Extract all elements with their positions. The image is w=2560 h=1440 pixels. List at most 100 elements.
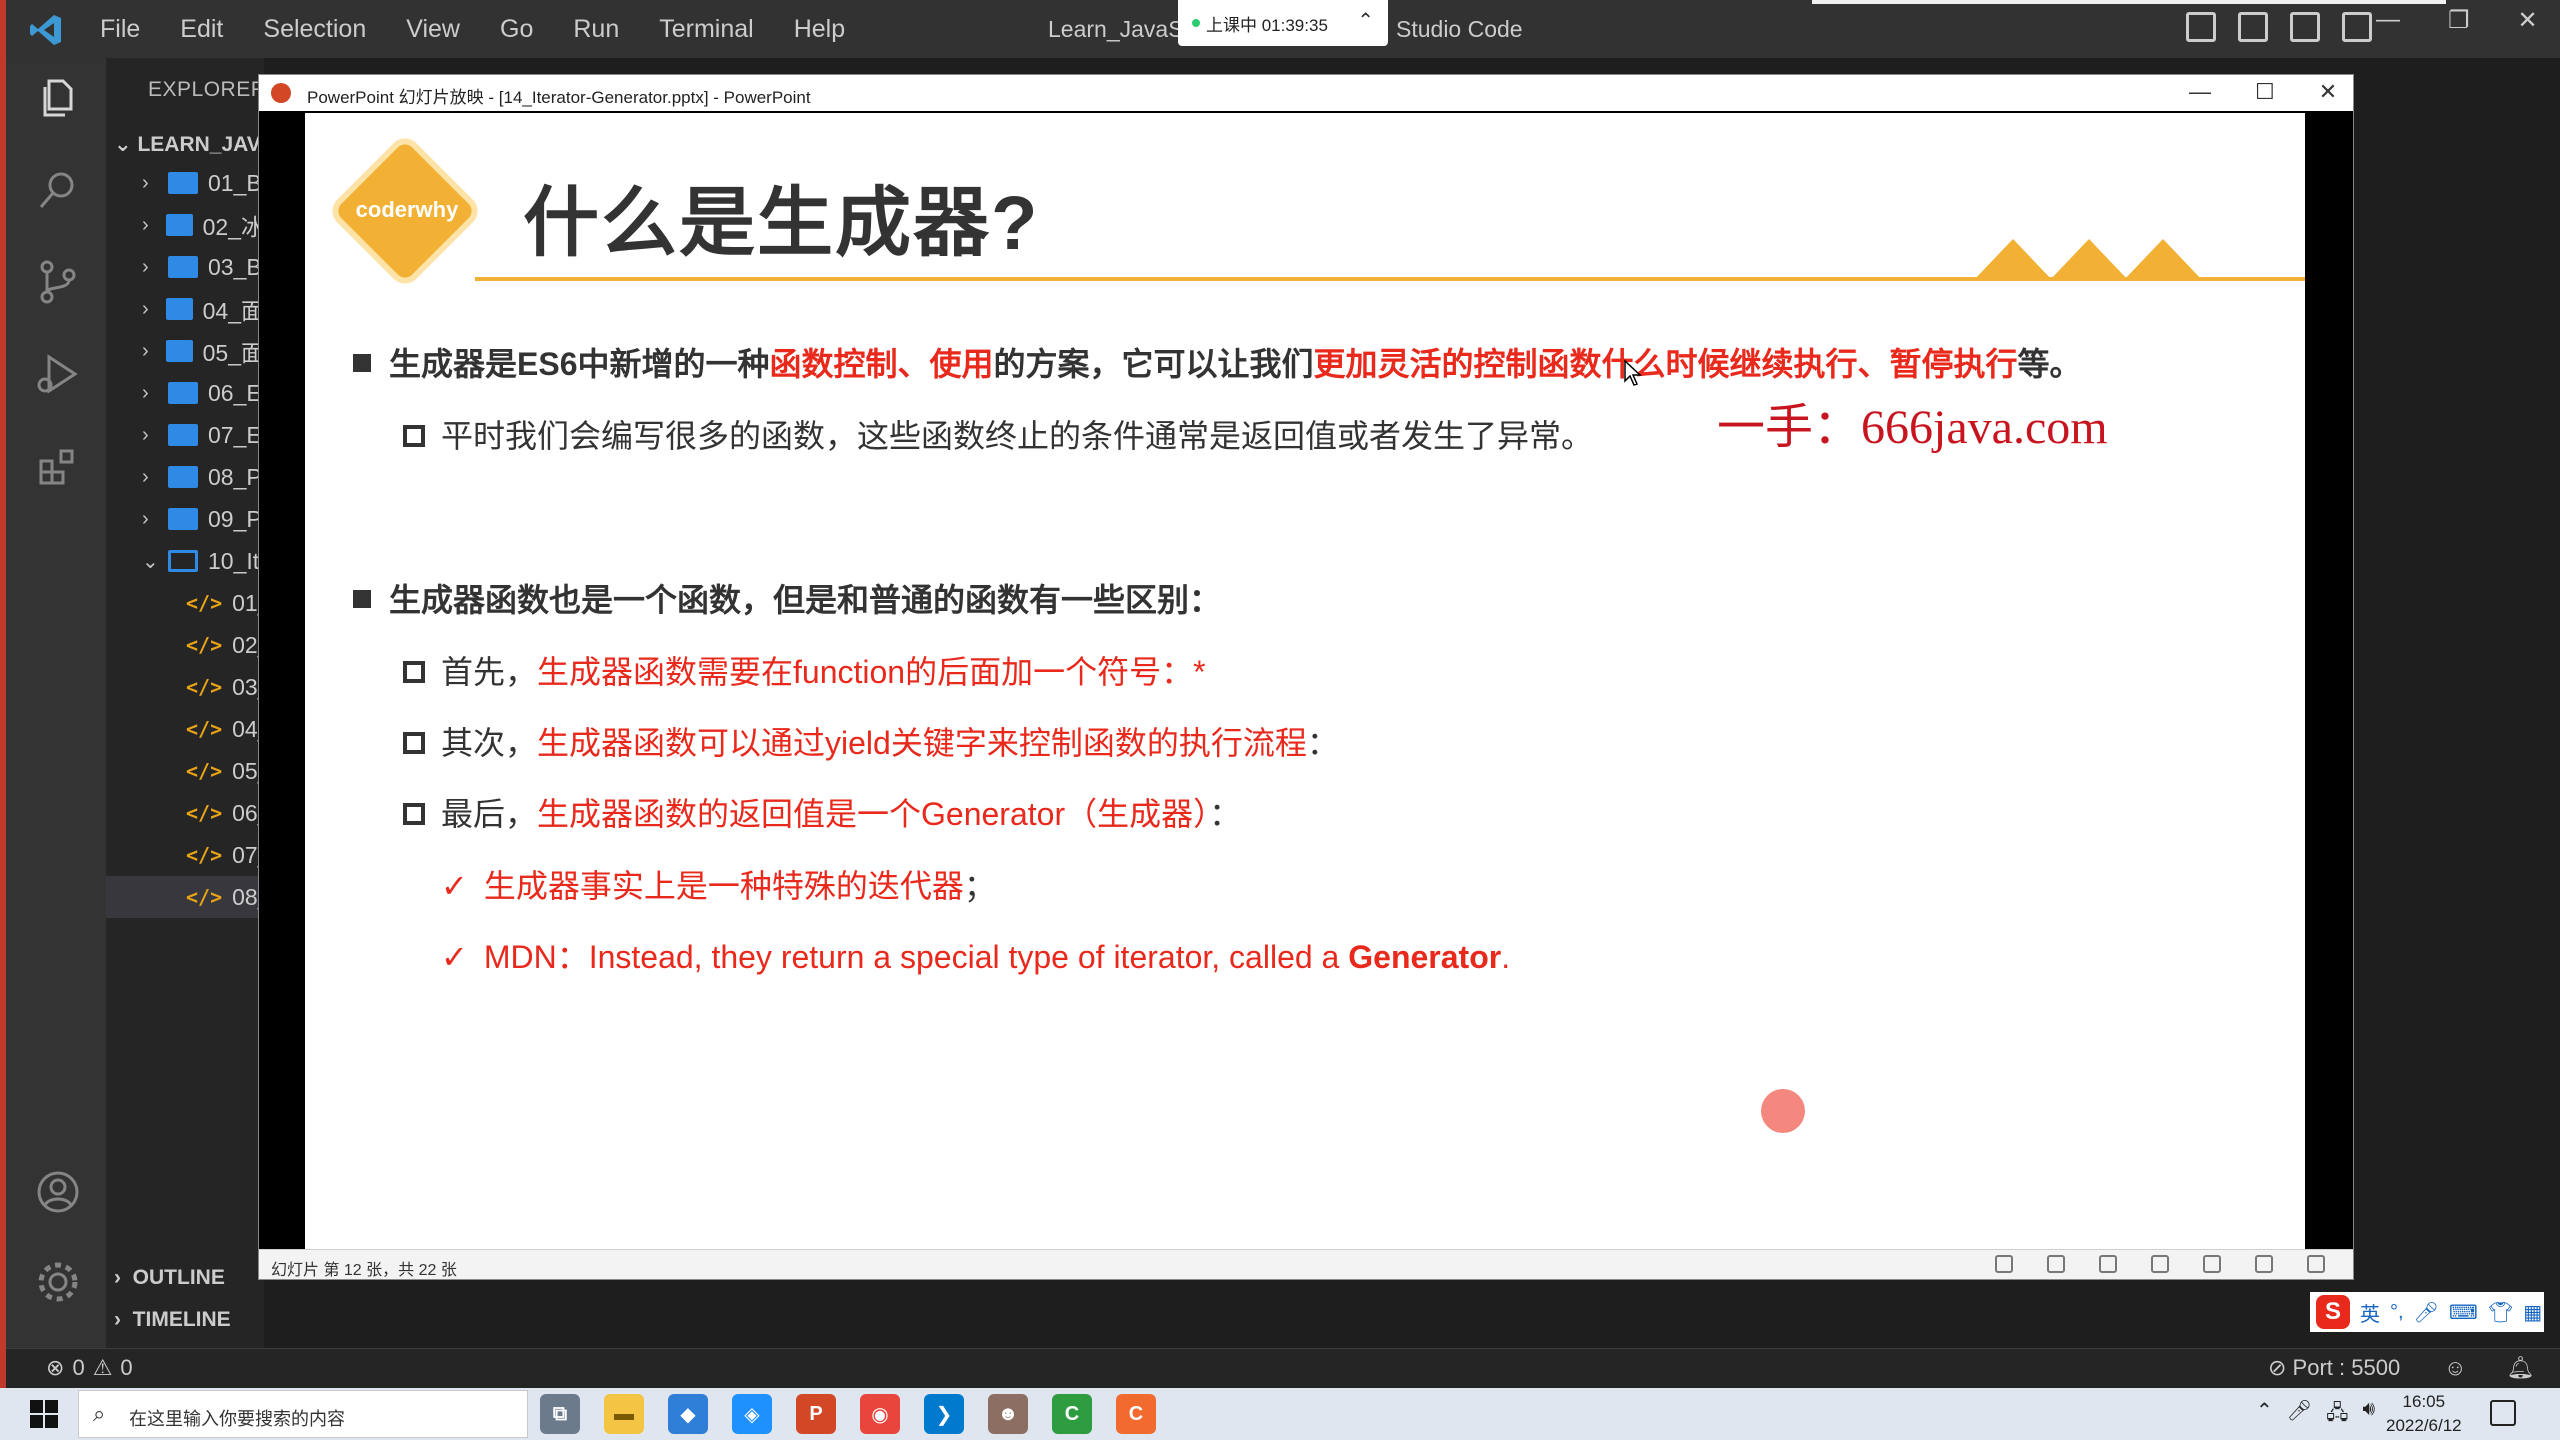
problems-indicator[interactable]: ⊗ 0 ⚠ 0 bbox=[46, 1355, 133, 1381]
menu-terminal[interactable]: Terminal bbox=[659, 15, 753, 44]
store-icon[interactable]: ◆ bbox=[668, 1394, 708, 1434]
bullet-1-sub-text: 平时我们会编写很多的函数，这些函数终止的条件通常是返回值或者发生了异常。 bbox=[441, 418, 1594, 454]
check-item-2: ✓ MDN：Instead, they return a special type… bbox=[441, 932, 1510, 978]
file-row[interactable]: </>01_ bbox=[106, 582, 264, 624]
check-2-bold: Generator bbox=[1348, 939, 1502, 975]
file-explorer-icon[interactable]: ▬ bbox=[604, 1394, 644, 1434]
skin-icon[interactable]: 👕︎ bbox=[2488, 1300, 2513, 1325]
file-row-selected[interactable]: </>08_ bbox=[106, 876, 264, 918]
vscode-icon[interactable]: ❯ bbox=[924, 1394, 964, 1434]
folder-row[interactable]: › 02_冰 bbox=[106, 204, 264, 246]
windows-start-icon[interactable] bbox=[30, 1400, 58, 1428]
clock-date: 2022/6/12 bbox=[2386, 1416, 2462, 1435]
reading-view-icon[interactable] bbox=[2255, 1255, 2273, 1273]
menu-view[interactable]: View bbox=[406, 15, 460, 44]
search-icon: ⌕ bbox=[93, 1401, 106, 1426]
folder-label: 10_It bbox=[208, 547, 260, 574]
folder-row[interactable]: › 05_面 bbox=[106, 330, 264, 372]
toggle-sidebar-icon[interactable] bbox=[2186, 12, 2216, 42]
ppt-window-title: PowerPoint 幻灯片放映 - [14_Iterator-Generato… bbox=[307, 88, 811, 107]
chevron-down-icon: ⌄ bbox=[114, 133, 138, 156]
file-row[interactable]: </>04_ bbox=[106, 708, 264, 750]
chevron-right-icon: › bbox=[114, 1308, 133, 1331]
settings-gear-icon[interactable] bbox=[34, 1258, 82, 1306]
file-row[interactable]: </>06_ bbox=[106, 792, 264, 834]
ime-language-toggle[interactable]: 英 bbox=[2360, 1298, 2380, 1327]
punctuation-icon[interactable]: °, bbox=[2390, 1301, 2404, 1324]
chevron-right-icon: › bbox=[142, 339, 149, 362]
feedback-icon[interactable]: ☺ bbox=[2444, 1355, 2466, 1381]
folder-row[interactable]: › 07_E bbox=[106, 414, 264, 456]
menu-run[interactable]: Run bbox=[573, 15, 619, 44]
search-icon[interactable] bbox=[34, 166, 82, 214]
account-icon[interactable] bbox=[34, 1168, 82, 1216]
close-icon[interactable]: ✕ bbox=[2319, 79, 2337, 105]
file-row[interactable]: </>05_ bbox=[106, 750, 264, 792]
watermark-text: 一手：666java.com bbox=[1717, 401, 2108, 454]
folder-row[interactable]: › 03_B bbox=[106, 246, 264, 288]
folder-row[interactable]: › 06_E bbox=[106, 372, 264, 414]
folder-row[interactable]: › 01_B bbox=[106, 162, 264, 204]
folder-row[interactable]: › 09_P bbox=[106, 498, 264, 540]
microphone-icon[interactable]: 🎤︎ bbox=[2414, 1300, 2439, 1325]
avatar-app-icon[interactable]: ☻ bbox=[988, 1394, 1028, 1434]
camtasia-icon[interactable]: C bbox=[1052, 1394, 1092, 1434]
recorder-icon[interactable]: C bbox=[1116, 1394, 1156, 1434]
file-row[interactable]: </>07_ bbox=[106, 834, 264, 876]
action-center-icon[interactable] bbox=[2490, 1400, 2516, 1426]
volume-icon[interactable]: 🔊︎ bbox=[2362, 1398, 2375, 1432]
check-1-end: ； bbox=[963, 868, 996, 904]
folder-row[interactable]: › 04_面 bbox=[106, 288, 264, 330]
taskbar-search[interactable]: ⌕ 在这里输入你要搜索的内容 bbox=[78, 1390, 528, 1438]
restore-icon[interactable]: ❐ bbox=[2448, 6, 2470, 35]
task-view-icon[interactable]: ⧉ bbox=[540, 1394, 580, 1434]
menu-selection[interactable]: Selection bbox=[263, 15, 366, 44]
source-control-icon[interactable] bbox=[34, 258, 82, 306]
menu-go[interactable]: Go bbox=[500, 15, 533, 44]
minimize-icon[interactable]: — bbox=[2189, 79, 2211, 105]
tray-expand-icon[interactable]: ⌃ bbox=[2256, 1398, 2273, 1432]
menu-file[interactable]: File bbox=[100, 15, 140, 44]
folder-icon bbox=[168, 466, 198, 488]
project-root-folder[interactable]: ⌄ LEARN_JAVA bbox=[114, 132, 264, 157]
chrome-icon[interactable]: ◉ bbox=[860, 1394, 900, 1434]
chevron-up-icon[interactable]: ⌃ bbox=[1357, 8, 1374, 33]
feishu-icon[interactable]: ◈ bbox=[732, 1394, 772, 1434]
timeline-section[interactable]: › TIMELINE bbox=[114, 1308, 231, 1332]
recording-indicator[interactable]: 上课中 01:39:35 ⌃ bbox=[1178, 0, 1388, 46]
slideshow-icon[interactable] bbox=[2307, 1255, 2325, 1273]
normal-view-icon[interactable] bbox=[2151, 1255, 2169, 1273]
slide-sorter-icon[interactable] bbox=[2203, 1255, 2221, 1273]
customize-layout-icon[interactable] bbox=[2342, 12, 2372, 42]
minimize-icon[interactable]: — bbox=[2376, 6, 2400, 35]
folder-row-open[interactable]: ⌄ 10_It bbox=[106, 540, 264, 582]
microphone-icon[interactable]: 🎤︎ bbox=[2287, 1398, 2312, 1432]
previous-slide-icon[interactable] bbox=[1995, 1255, 2013, 1273]
outline-section[interactable]: › OUTLINE bbox=[114, 1266, 225, 1290]
menu-help[interactable]: Help bbox=[794, 15, 845, 44]
keyboard-icon[interactable]: ⌨ bbox=[2449, 1300, 2478, 1325]
sogou-logo-icon[interactable]: S bbox=[2316, 1295, 2350, 1329]
powerpoint-icon[interactable]: P bbox=[796, 1394, 836, 1434]
toggle-panel-icon[interactable] bbox=[2238, 12, 2268, 42]
next-slide-icon[interactable] bbox=[2099, 1255, 2117, 1273]
taskbar-clock[interactable]: 16:05 2022/6/12 bbox=[2386, 1390, 2462, 1438]
run-debug-icon[interactable] bbox=[34, 350, 82, 398]
file-row[interactable]: </>03_ bbox=[106, 666, 264, 708]
explorer-icon[interactable] bbox=[34, 74, 82, 122]
extensions-icon[interactable] bbox=[34, 442, 82, 490]
live-server-port[interactable]: ⊘ Port : 5500 bbox=[2268, 1355, 2400, 1381]
slide-menu-icon[interactable] bbox=[2047, 1255, 2065, 1273]
bullet-1: 生成器是ES6中新增的一种函数控制、使用的方案，它可以让我们更加灵活的控制函数什… bbox=[353, 339, 2082, 385]
slide[interactable]: coderwhy 什么是生成器? 生成器是ES6中新增的一种函数控制、使用的方案… bbox=[305, 113, 2305, 1255]
menu-edit[interactable]: Edit bbox=[180, 15, 223, 44]
maximize-icon[interactable]: ☐ bbox=[2255, 79, 2275, 105]
toggle-secondary-sidebar-icon[interactable] bbox=[2290, 12, 2320, 42]
file-row[interactable]: </>02_ bbox=[106, 624, 264, 666]
network-icon[interactable]: 🖧 bbox=[2326, 1398, 2348, 1432]
toolbox-icon[interactable]: ▦ bbox=[2523, 1300, 2542, 1325]
close-icon[interactable]: ✕ bbox=[2518, 6, 2538, 35]
sub-2-suffix: ： bbox=[1306, 725, 1339, 761]
folder-row[interactable]: › 08_P bbox=[106, 456, 264, 498]
notifications-bell-icon[interactable]: 🔔︎ bbox=[2506, 1355, 2534, 1381]
